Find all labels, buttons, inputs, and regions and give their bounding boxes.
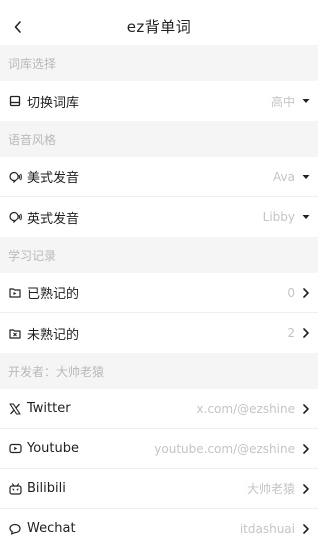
settings-screen: ez背单词 词库选择 切换词库 高中 语音风格 美式发音 Ava 英式发音 Li… bbox=[0, 0, 318, 544]
folder-check-icon bbox=[8, 286, 22, 300]
twitter-value: x.com/@ezshine bbox=[196, 401, 295, 416]
uk-voice-row[interactable]: 英式发音 Libby bbox=[0, 197, 318, 237]
wechat-label: Wechat bbox=[27, 521, 76, 536]
chevron-right-icon bbox=[301, 482, 310, 496]
chat-bubble-icon bbox=[8, 522, 22, 536]
chevron-right-icon bbox=[301, 402, 310, 416]
unknown-words-label: 未熟记的 bbox=[27, 327, 80, 343]
chevron-left-icon bbox=[13, 20, 23, 34]
nav-bar: ez背单词 bbox=[0, 8, 318, 45]
section-header-records: 学习记录 bbox=[0, 237, 318, 273]
bilibili-icon bbox=[8, 482, 22, 496]
page-title: ez背单词 bbox=[126, 18, 192, 36]
wechat-row[interactable]: Wechat itdashuai bbox=[0, 509, 318, 544]
speech-icon bbox=[8, 210, 22, 224]
chevron-right-icon bbox=[301, 286, 310, 300]
youtube-icon bbox=[8, 442, 22, 456]
uk-voice-value: Libby bbox=[262, 210, 295, 224]
section-header-library: 词库选择 bbox=[0, 45, 318, 81]
known-words-label: 已熟记的 bbox=[27, 287, 80, 302]
twitter-label: Twitter bbox=[27, 401, 71, 416]
known-words-row[interactable]: 已熟记的 0 bbox=[0, 273, 318, 313]
section-header-voice: 语音风格 bbox=[0, 121, 318, 157]
known-words-count: 0 bbox=[287, 285, 295, 300]
folder-x-icon bbox=[8, 326, 22, 340]
unknown-words-row[interactable]: 未熟记的 2 bbox=[0, 313, 318, 353]
bilibili-value: 大帅老猿 bbox=[246, 482, 295, 496]
library-value: 高中 bbox=[270, 94, 295, 109]
caret-down-icon bbox=[301, 210, 310, 224]
twitter-row[interactable]: Twitter x.com/@ezshine bbox=[0, 389, 318, 429]
youtube-label: Youtube bbox=[27, 441, 79, 456]
bilibili-row[interactable]: Bilibili 大帅老猿 bbox=[0, 469, 318, 509]
chevron-right-icon bbox=[301, 522, 310, 536]
switch-library-label: 切换词库 bbox=[27, 95, 80, 111]
uk-voice-label: 英式发音 bbox=[27, 211, 80, 227]
book-icon bbox=[8, 94, 22, 108]
us-voice-label: 美式发音 bbox=[27, 171, 80, 186]
youtube-value: youtube.com/@ezshine bbox=[154, 441, 295, 456]
section-header-developer: 开发者：大帅老猿 bbox=[0, 353, 318, 389]
speech-icon bbox=[8, 170, 22, 184]
chevron-right-icon bbox=[301, 442, 310, 456]
x-logo-icon bbox=[8, 402, 22, 416]
us-voice-value: Ava bbox=[273, 169, 295, 184]
switch-library-row[interactable]: 切换词库 高中 bbox=[0, 81, 318, 121]
caret-down-icon bbox=[301, 94, 310, 108]
bilibili-label: Bilibili bbox=[27, 481, 66, 496]
status-bar bbox=[0, 0, 318, 8]
caret-down-icon bbox=[301, 170, 310, 184]
us-voice-row[interactable]: 美式发音 Ava bbox=[0, 157, 318, 197]
chevron-right-icon bbox=[301, 326, 310, 340]
wechat-value: itdashuai bbox=[239, 521, 295, 536]
unknown-words-count: 2 bbox=[287, 326, 295, 340]
back-button[interactable] bbox=[0, 8, 36, 45]
youtube-row[interactable]: Youtube youtube.com/@ezshine bbox=[0, 429, 318, 469]
